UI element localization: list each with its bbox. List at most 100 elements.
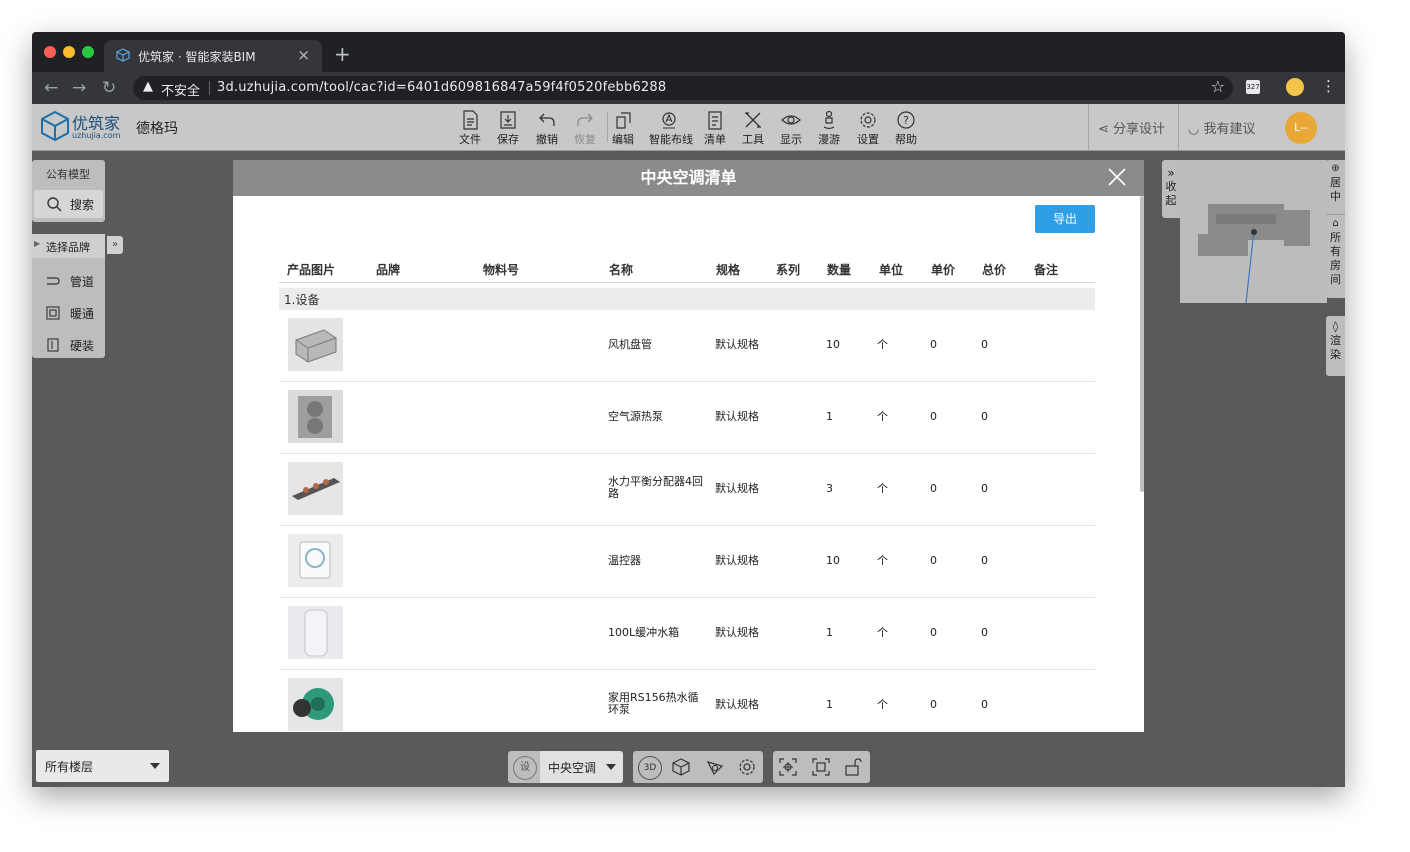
undo-button[interactable]: 撤销 [527, 108, 567, 148]
sidebar-item-hard-decor[interactable]: 硬装 [32, 331, 105, 359]
system-select-group: 设 中央空调 [508, 751, 623, 783]
system-select[interactable]: 中央空调 [540, 751, 623, 783]
search-label: 搜索 [70, 198, 95, 212]
omnibox[interactable]: ▲ 不安全 3d.uzhujia.com/tool/cac?id=6401d60… [133, 76, 1233, 100]
product-spec: 默认规格 [715, 410, 759, 423]
walk-button[interactable]: 漫游 [809, 108, 849, 148]
new-tab-button[interactable]: + [334, 42, 351, 66]
save-button[interactable]: 保存 [488, 108, 528, 148]
col-header-price: 单价 [931, 263, 956, 277]
save-icon [500, 111, 516, 129]
share-design-button[interactable]: ⋖ 分享设计 [1098, 118, 1165, 137]
table-row[interactable]: 风机盘管 默认规格 10 个 0 0 [279, 310, 1095, 382]
product-spec: 默认规格 [715, 338, 759, 351]
browser-tab[interactable]: 优筑家 · 智能家装BIM × [104, 40, 322, 72]
select-brand-button[interactable]: ▶ 选择品牌 [32, 234, 105, 258]
table-row[interactable]: 家用RS156热水循环泵 默认规格 1 个 0 0 [279, 670, 1095, 741]
render-label-2: 染 [1330, 348, 1341, 361]
bookmark-star-icon[interactable]: ☆ [1211, 77, 1225, 96]
public-models-title: 公有模型 [46, 168, 90, 181]
gear-icon [860, 112, 876, 128]
settings-button[interactable]: 设置 [848, 108, 888, 148]
render-button[interactable]: ◊ 渲 染 [1326, 316, 1345, 376]
col-header-qty: 数量 [827, 263, 852, 277]
brand-panel: ▶ 选择品牌 » 管道 暖通 硬装 [32, 234, 123, 359]
table-row[interactable]: 空气源热泵 默认规格 1 个 0 0 [279, 382, 1095, 454]
redo-button[interactable]: 恢复 [565, 108, 605, 148]
walk-label: 漫游 [818, 133, 840, 146]
toolbar-divider-right [1088, 104, 1089, 150]
forward-arrow-icon[interactable]: → [72, 78, 86, 98]
collapse-minimap-button[interactable]: » 收 起 [1162, 160, 1180, 218]
list-label: 清单 [704, 133, 726, 146]
minimize-window-button[interactable] [63, 46, 75, 58]
set-icon[interactable]: 设 [513, 756, 537, 780]
help-icon: ? [897, 111, 915, 129]
double-chevron-icon: » [1167, 166, 1175, 180]
modal-scrollbar[interactable] [1140, 196, 1144, 492]
product-unit: 个 [877, 410, 888, 423]
display-button[interactable]: 显示 [771, 108, 811, 148]
help-label: 帮助 [895, 133, 917, 146]
tab-close-icon[interactable]: × [297, 46, 310, 64]
all-rooms-button[interactable]: ⌂ 所 有 房 间 [1326, 217, 1345, 287]
fit-frame-icon[interactable] [811, 757, 831, 777]
display-label: 显示 [780, 133, 802, 146]
product-total: 0 [981, 554, 988, 567]
focus-target-icon[interactable] [778, 757, 798, 777]
close-window-button[interactable] [44, 46, 56, 58]
close-icon[interactable] [1106, 166, 1128, 188]
tools-button[interactable]: 工具 [733, 108, 773, 148]
product-name: 家用RS156热水循环泵 [608, 691, 699, 716]
floor-select[interactable]: 所有楼层 [36, 750, 169, 782]
file-button[interactable]: 文件 [450, 108, 490, 148]
product-unit: 个 [877, 626, 888, 639]
url-text[interactable]: 3d.uzhujia.com/tool/cac?id=6401d60981684… [217, 80, 666, 95]
share-icon: ⋖ [1098, 122, 1109, 137]
list-icon [708, 111, 722, 130]
cube-view-icon[interactable] [671, 757, 691, 777]
view-3d-button[interactable]: 3D [638, 756, 662, 780]
back-arrow-icon[interactable]: ← [44, 78, 58, 98]
table-row[interactable]: 100L缓冲水箱 默认规格 1 个 0 0 [279, 598, 1095, 670]
camera-angle-icon[interactable] [705, 757, 725, 777]
product-price: 0 [930, 410, 937, 423]
table-row[interactable]: 温控器 默认规格 10 个 0 0 [279, 526, 1095, 598]
floorplan-minimap[interactable] [1180, 160, 1327, 304]
redo-label: 恢复 [574, 133, 596, 146]
expand-chevron-icon[interactable]: » [107, 236, 123, 254]
sidebar-item-hvac[interactable]: 暖通 [32, 299, 105, 327]
door-icon [47, 338, 59, 352]
user-avatar[interactable]: L-- [1285, 112, 1317, 144]
table-row[interactable]: 水力平衡分配器4回路 默认规格 3 个 0 0 [279, 454, 1095, 526]
menu-dots-icon[interactable]: ⋮ [1321, 77, 1336, 95]
list-button[interactable]: 清单 [695, 108, 735, 148]
product-total: 0 [981, 626, 988, 639]
center-label-1: 居 [1330, 176, 1341, 189]
center-button[interactable]: ⊕ 居 中 [1326, 162, 1345, 215]
reload-icon[interactable]: ↻ [102, 78, 116, 98]
export-button[interactable]: 导出 [1035, 205, 1095, 233]
product-name: 100L缓冲水箱 [608, 626, 680, 639]
profile-emoji-icon[interactable] [1286, 78, 1304, 96]
product-total: 0 [981, 482, 988, 495]
gear-icon[interactable] [737, 757, 757, 777]
render-label-1: 渲 [1330, 334, 1341, 347]
table-header: 产品图片 品牌 物料号 名称 规格 系列 数量 单位 单价 总价 备注 [279, 255, 1095, 283]
smart-wiring-button[interactable]: 智能布线 [649, 108, 693, 148]
smart-wiring-label: 智能布线 [649, 133, 693, 146]
maximize-window-button[interactable] [82, 46, 94, 58]
product-image-buffer-tank [288, 606, 343, 659]
help-button[interactable]: ? 帮助 [886, 108, 926, 148]
search-button[interactable]: 搜索 [34, 190, 103, 218]
redo-icon [577, 113, 593, 126]
logo-subtext: uzhujia.com [72, 131, 121, 140]
selection-tools-group [773, 751, 870, 783]
suggest-button[interactable]: ◡ 我有建议 [1188, 118, 1256, 137]
extension-badge[interactable]: 327 [1246, 80, 1260, 94]
unlock-icon[interactable] [843, 757, 863, 777]
edit-button[interactable]: 编辑 [603, 108, 643, 148]
tab-bar: 优筑家 · 智能家装BIM × + [32, 32, 1345, 72]
sidebar-item-pipes[interactable]: 管道 [32, 267, 105, 295]
all-rooms-label-3: 房 [1330, 259, 1341, 272]
